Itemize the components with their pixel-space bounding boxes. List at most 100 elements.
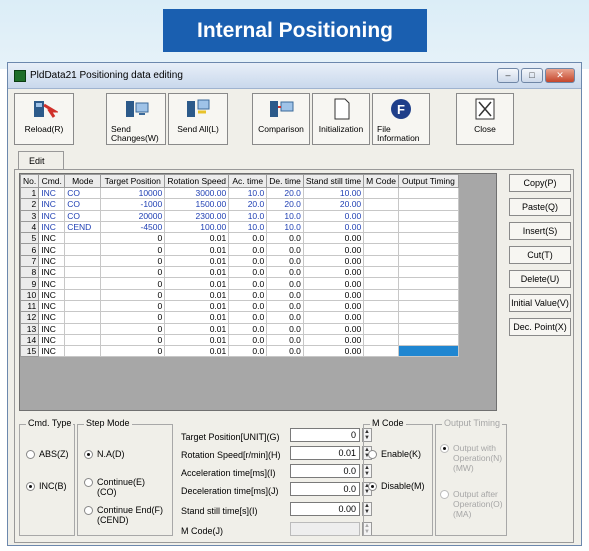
table-cell[interactable]: 20.00 bbox=[302, 198, 365, 211]
table-cell[interactable] bbox=[397, 299, 459, 313]
table-cell[interactable]: INC bbox=[38, 186, 66, 200]
table-cell[interactable]: 10.0 bbox=[266, 209, 304, 222]
table-cell[interactable]: 1500.00 bbox=[164, 198, 230, 211]
table-cell[interactable]: INC bbox=[38, 299, 66, 313]
table-cell[interactable]: CO bbox=[64, 186, 102, 200]
m-code-input[interactable] bbox=[290, 522, 360, 536]
table-cell[interactable]: 0.0 bbox=[266, 243, 304, 256]
table-cell[interactable]: 0.01 bbox=[164, 299, 230, 313]
table-cell[interactable]: 8 bbox=[20, 266, 40, 279]
table-row[interactable]: 12 INC 0 0.01 0.0 0.0 0.00 bbox=[20, 311, 459, 324]
table-cell[interactable] bbox=[64, 277, 102, 290]
table-cell[interactable] bbox=[397, 277, 459, 290]
table-cell[interactable] bbox=[397, 232, 459, 245]
table-cell[interactable]: 0.01 bbox=[164, 322, 230, 335]
table-cell[interactable]: -1000 bbox=[100, 198, 166, 211]
table-cell[interactable]: 0.0 bbox=[266, 333, 304, 347]
table-cell[interactable]: 0.00 bbox=[302, 311, 365, 324]
column-header[interactable]: Target Position bbox=[100, 174, 166, 188]
output-after-radio[interactable]: Output after Operation(O) (MA) bbox=[440, 489, 503, 519]
table-cell[interactable] bbox=[397, 345, 459, 358]
table-cell[interactable]: 10.0 bbox=[228, 220, 268, 234]
table-cell[interactable]: 0.0 bbox=[228, 243, 268, 256]
initialization-button[interactable]: Initialization bbox=[312, 93, 370, 145]
table-cell[interactable]: 20.0 bbox=[266, 198, 304, 211]
table-cell[interactable] bbox=[363, 198, 399, 211]
table-cell[interactable] bbox=[64, 322, 102, 335]
table-cell[interactable]: INC bbox=[38, 254, 66, 268]
table-cell[interactable]: 0 bbox=[100, 288, 166, 301]
table-cell[interactable]: 0.01 bbox=[164, 277, 230, 290]
table-cell[interactable]: 15 bbox=[20, 345, 40, 358]
table-cell[interactable]: 0.0 bbox=[266, 232, 304, 245]
side-button-insert[interactable]: Insert(S) bbox=[509, 222, 571, 240]
column-header[interactable]: De. time bbox=[266, 174, 304, 188]
table-cell[interactable]: INC bbox=[38, 220, 66, 234]
table-cell[interactable]: 0.00 bbox=[302, 232, 365, 245]
disable-radio[interactable]: Disable(M) bbox=[368, 481, 425, 491]
table-cell[interactable] bbox=[363, 277, 399, 290]
comparison-button[interactable]: Comparison bbox=[252, 93, 310, 145]
table-row[interactable]: 7 INC 0 0.01 0.0 0.0 0.00 bbox=[20, 254, 459, 268]
table-cell[interactable]: 10.0 bbox=[266, 220, 304, 234]
table-cell[interactable]: 10.00 bbox=[302, 186, 365, 200]
table-cell[interactable]: 3000.00 bbox=[164, 186, 230, 200]
table-cell[interactable]: 0.00 bbox=[302, 277, 365, 290]
abs-radio[interactable]: ABS(Z) bbox=[26, 449, 69, 459]
table-cell[interactable]: 11 bbox=[20, 299, 40, 313]
table-cell[interactable]: 1 bbox=[20, 186, 40, 200]
table-row[interactable]: 9 INC 0 0.01 0.0 0.0 0.00 bbox=[20, 277, 459, 290]
table-cell[interactable]: 3 bbox=[20, 209, 40, 222]
table-row[interactable]: 15 INC 0 0.01 0.0 0.0 0.00 bbox=[20, 345, 459, 358]
table-cell[interactable] bbox=[64, 266, 102, 279]
deceleration-input[interactable]: 0.0 bbox=[290, 482, 360, 496]
table-cell[interactable] bbox=[64, 311, 102, 324]
table-cell[interactable]: INC bbox=[38, 266, 66, 279]
minimize-button[interactable]: – bbox=[497, 68, 519, 83]
table-cell[interactable]: 0.0 bbox=[266, 311, 304, 324]
table-cell[interactable] bbox=[397, 243, 459, 256]
table-cell[interactable] bbox=[397, 209, 459, 222]
column-header[interactable]: M Code bbox=[363, 174, 399, 188]
enable-radio[interactable]: Enable(K) bbox=[368, 449, 421, 459]
table-cell[interactable]: 0.00 bbox=[302, 209, 365, 222]
column-header[interactable]: Output Timing bbox=[397, 174, 459, 188]
table-cell[interactable]: INC bbox=[38, 345, 66, 358]
side-button-paste[interactable]: Paste(Q) bbox=[509, 198, 571, 216]
table-cell[interactable]: 2 bbox=[20, 198, 40, 211]
table-cell[interactable] bbox=[363, 288, 399, 301]
table-cell[interactable]: 0.01 bbox=[164, 254, 230, 268]
table-row[interactable]: 11 INC 0 0.01 0.0 0.0 0.00 bbox=[20, 299, 459, 313]
table-cell[interactable]: 0.0 bbox=[228, 254, 268, 268]
table-cell[interactable]: 10000 bbox=[100, 186, 166, 200]
table-cell[interactable] bbox=[64, 333, 102, 347]
table-cell[interactable] bbox=[64, 243, 102, 256]
table-cell[interactable] bbox=[363, 333, 399, 347]
table-cell[interactable]: -4500 bbox=[100, 220, 166, 234]
table-cell[interactable]: 20.0 bbox=[228, 198, 268, 211]
table-cell[interactable]: INC bbox=[38, 333, 66, 347]
table-cell[interactable]: 0.0 bbox=[228, 299, 268, 313]
table-cell[interactable]: 13 bbox=[20, 322, 40, 335]
table-cell[interactable] bbox=[363, 322, 399, 335]
table-cell[interactable]: 10.0 bbox=[228, 186, 268, 200]
table-cell[interactable] bbox=[64, 288, 102, 301]
table-cell[interactable]: 0 bbox=[100, 232, 166, 245]
file-information-button[interactable]: F File Information bbox=[372, 93, 430, 145]
table-cell[interactable]: 0.01 bbox=[164, 345, 230, 358]
table-cell[interactable]: 20000 bbox=[100, 209, 166, 222]
table-cell[interactable]: 0.01 bbox=[164, 243, 230, 256]
table-cell[interactable]: 7 bbox=[20, 254, 40, 268]
table-cell[interactable] bbox=[64, 232, 102, 245]
table-cell[interactable]: 2300.00 bbox=[164, 209, 230, 222]
table-row[interactable]: 6 INC 0 0.01 0.0 0.0 0.00 bbox=[20, 243, 459, 256]
reload-button[interactable]: Reload(R) bbox=[14, 93, 74, 145]
table-cell[interactable]: 0 bbox=[100, 311, 166, 324]
table-cell[interactable]: 12 bbox=[20, 311, 40, 324]
column-header[interactable]: Ac. time bbox=[228, 174, 268, 188]
table-cell[interactable]: CO bbox=[64, 209, 102, 222]
table-cell[interactable]: 0 bbox=[100, 243, 166, 256]
table-cell[interactable] bbox=[397, 288, 459, 301]
column-header[interactable]: Stand still time bbox=[302, 174, 365, 188]
table-cell[interactable]: 100.00 bbox=[164, 220, 230, 234]
